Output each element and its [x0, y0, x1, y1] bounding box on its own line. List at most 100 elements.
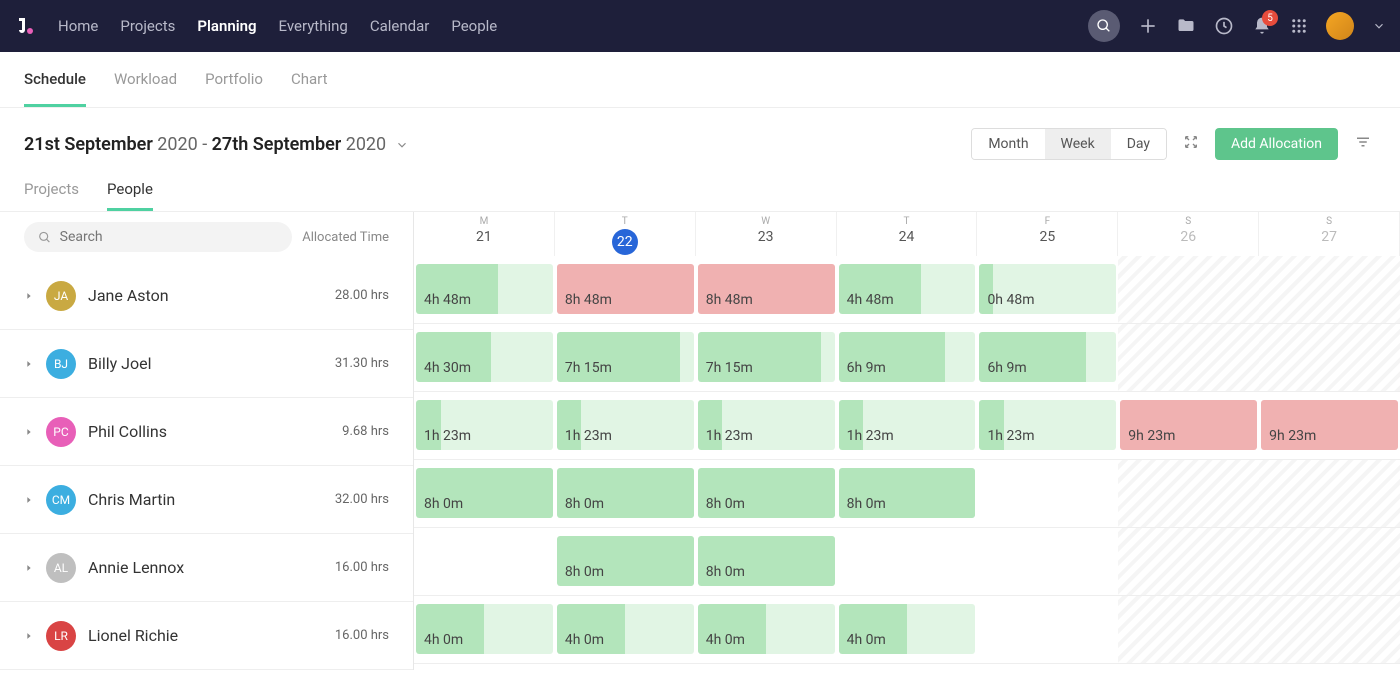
add-icon[interactable]: [1138, 16, 1158, 36]
history-icon[interactable]: [1214, 16, 1234, 36]
search-box[interactable]: [24, 222, 292, 252]
allocation-block[interactable]: 7h 15m: [698, 332, 835, 382]
allocation-block[interactable]: 1h 23m: [698, 400, 835, 450]
schedule-cell[interactable]: [414, 528, 555, 595]
schedule-cell[interactable]: 8h 0m: [696, 528, 837, 595]
allocation-block[interactable]: 8h 0m: [557, 468, 694, 518]
schedule-cell[interactable]: 4h 0m: [414, 596, 555, 663]
nav-calendar[interactable]: Calendar: [370, 17, 430, 35]
allocation-block[interactable]: 8h 48m: [698, 264, 835, 314]
schedule-cell[interactable]: [1118, 324, 1259, 391]
schedule-cell[interactable]: 1h 23m: [977, 392, 1118, 459]
tab-workload[interactable]: Workload: [114, 70, 177, 107]
schedule-cell[interactable]: [1259, 324, 1400, 391]
schedule-cell[interactable]: [1118, 256, 1259, 323]
fullscreen-icon[interactable]: [1179, 130, 1203, 158]
schedule-cell[interactable]: [1259, 256, 1400, 323]
schedule-cell[interactable]: [977, 460, 1118, 527]
apps-icon[interactable]: [1290, 17, 1308, 35]
schedule-cell[interactable]: [1118, 528, 1259, 595]
search-input[interactable]: [60, 229, 278, 245]
notifications-icon[interactable]: 5: [1252, 16, 1272, 36]
schedule-cell[interactable]: 8h 0m: [555, 528, 696, 595]
allocation-block[interactable]: 4h 48m: [416, 264, 553, 314]
schedule-cell[interactable]: [1259, 528, 1400, 595]
schedule-cell[interactable]: 1h 23m: [555, 392, 696, 459]
person-name[interactable]: Chris Martin: [88, 490, 175, 509]
allocation-block[interactable]: 1h 23m: [416, 400, 553, 450]
schedule-cell[interactable]: 8h 48m: [555, 256, 696, 323]
allocation-block[interactable]: 9h 23m: [1261, 400, 1398, 450]
schedule-cell[interactable]: 4h 48m: [837, 256, 978, 323]
allocation-block[interactable]: 6h 9m: [839, 332, 976, 382]
view-week[interactable]: Week: [1045, 129, 1111, 159]
filter-icon[interactable]: [1350, 129, 1376, 159]
nav-people[interactable]: People: [451, 17, 497, 35]
folder-icon[interactable]: [1176, 16, 1196, 36]
view-month[interactable]: Month: [972, 129, 1044, 159]
allocation-block[interactable]: 8h 0m: [557, 536, 694, 586]
schedule-cell[interactable]: 9h 23m: [1118, 392, 1259, 459]
tab-schedule[interactable]: Schedule: [24, 70, 86, 107]
expand-icon[interactable]: [24, 626, 34, 645]
person-name[interactable]: Phil Collins: [88, 422, 167, 441]
schedule-cell[interactable]: 4h 0m: [696, 596, 837, 663]
allocation-block[interactable]: 4h 0m: [557, 604, 694, 654]
person-name[interactable]: Lionel Richie: [88, 626, 178, 645]
allocation-block[interactable]: 8h 0m: [839, 468, 976, 518]
allocation-block[interactable]: 8h 0m: [416, 468, 553, 518]
nav-projects[interactable]: Projects: [120, 17, 175, 35]
schedule-cell[interactable]: [1259, 460, 1400, 527]
schedule-cell[interactable]: [1259, 596, 1400, 663]
allocation-block[interactable]: 4h 0m: [839, 604, 976, 654]
schedule-cell[interactable]: 6h 9m: [837, 324, 978, 391]
filter-projects[interactable]: Projects: [24, 180, 79, 211]
allocation-block[interactable]: 8h 0m: [698, 536, 835, 586]
schedule-cell[interactable]: [1118, 596, 1259, 663]
user-avatar[interactable]: [1326, 12, 1354, 40]
allocation-block[interactable]: 0h 48m: [979, 264, 1116, 314]
nav-everything[interactable]: Everything: [279, 17, 348, 35]
expand-icon[interactable]: [24, 490, 34, 509]
schedule-cell[interactable]: 4h 48m: [414, 256, 555, 323]
chevron-down-icon[interactable]: [395, 138, 409, 152]
schedule-cell[interactable]: [837, 528, 978, 595]
schedule-cell[interactable]: 9h 23m: [1259, 392, 1400, 459]
allocation-block[interactable]: 4h 48m: [839, 264, 976, 314]
expand-icon[interactable]: [24, 354, 34, 373]
allocation-block[interactable]: 4h 0m: [416, 604, 553, 654]
search-icon[interactable]: [1088, 10, 1120, 42]
allocation-block[interactable]: 1h 23m: [839, 400, 976, 450]
schedule-cell[interactable]: 6h 9m: [977, 324, 1118, 391]
schedule-cell[interactable]: 1h 23m: [696, 392, 837, 459]
view-day[interactable]: Day: [1111, 129, 1166, 159]
schedule-cell[interactable]: 8h 0m: [696, 460, 837, 527]
nav-planning[interactable]: Planning: [197, 17, 256, 35]
date-range[interactable]: 21st September 2020 - 27th September 202…: [24, 134, 409, 155]
chevron-down-icon[interactable]: [1372, 19, 1386, 33]
allocation-block[interactable]: 8h 48m: [557, 264, 694, 314]
allocation-block[interactable]: 1h 23m: [979, 400, 1116, 450]
schedule-cell[interactable]: [977, 528, 1118, 595]
allocation-block[interactable]: 4h 0m: [698, 604, 835, 654]
expand-icon[interactable]: [24, 422, 34, 441]
person-name[interactable]: Annie Lennox: [88, 558, 184, 577]
expand-icon[interactable]: [24, 286, 34, 305]
schedule-cell[interactable]: 4h 30m: [414, 324, 555, 391]
tab-portfolio[interactable]: Portfolio: [205, 70, 263, 107]
allocation-block[interactable]: 6h 9m: [979, 332, 1116, 382]
schedule-cell[interactable]: 7h 15m: [696, 324, 837, 391]
filter-people[interactable]: People: [107, 180, 153, 211]
schedule-cell[interactable]: 8h 0m: [555, 460, 696, 527]
expand-icon[interactable]: [24, 558, 34, 577]
allocation-block[interactable]: 1h 23m: [557, 400, 694, 450]
allocation-block[interactable]: 4h 30m: [416, 332, 553, 382]
schedule-cell[interactable]: 1h 23m: [414, 392, 555, 459]
schedule-cell[interactable]: 1h 23m: [837, 392, 978, 459]
schedule-cell[interactable]: [977, 596, 1118, 663]
schedule-cell[interactable]: 8h 0m: [837, 460, 978, 527]
schedule-cell[interactable]: 8h 0m: [414, 460, 555, 527]
add-allocation-button[interactable]: Add Allocation: [1215, 128, 1338, 160]
allocation-block[interactable]: 7h 15m: [557, 332, 694, 382]
person-name[interactable]: Billy Joel: [88, 354, 152, 373]
